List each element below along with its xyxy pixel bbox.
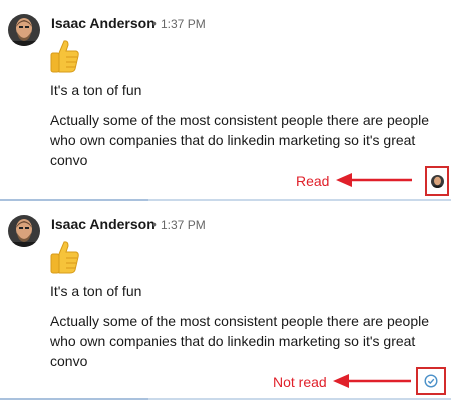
message-read: Isaac Anderson • 1:37 PM It's a ton of f… (0, 0, 451, 200)
message-text-long: Actually some of the most consistent peo… (50, 112, 429, 168)
message-not-read: Isaac Anderson • 1:37 PM It's a ton of f… (0, 201, 451, 401)
sender-avatar[interactable] (8, 14, 40, 46)
message-text-short: It's a ton of fun (50, 283, 142, 299)
sender-name[interactable]: Isaac Anderson (51, 15, 155, 31)
annotation-label: Not read (273, 374, 327, 390)
annotation-label: Read (296, 173, 330, 189)
thumbs-up-icon (47, 239, 81, 275)
thumbs-up-icon (47, 38, 81, 74)
timestamp: 1:37 PM (161, 218, 206, 232)
sent-status-highlight (416, 367, 446, 395)
message-text-long: Actually some of the most consistent peo… (50, 313, 429, 369)
sender-name[interactable]: Isaac Anderson (51, 216, 155, 232)
separator-dot: • (152, 216, 157, 232)
sender-avatar[interactable] (8, 215, 40, 247)
timestamp: 1:37 PM (161, 17, 206, 31)
message-divider (0, 398, 451, 400)
annotation-arrow-icon (336, 173, 412, 187)
sent-check-icon[interactable] (424, 374, 438, 388)
message-text-short: It's a ton of fun (50, 82, 142, 98)
separator-dot: • (152, 15, 157, 31)
read-receipt-highlight (425, 166, 449, 196)
annotation-arrow-icon (333, 374, 411, 388)
read-receipt-avatar-icon[interactable] (431, 175, 444, 188)
